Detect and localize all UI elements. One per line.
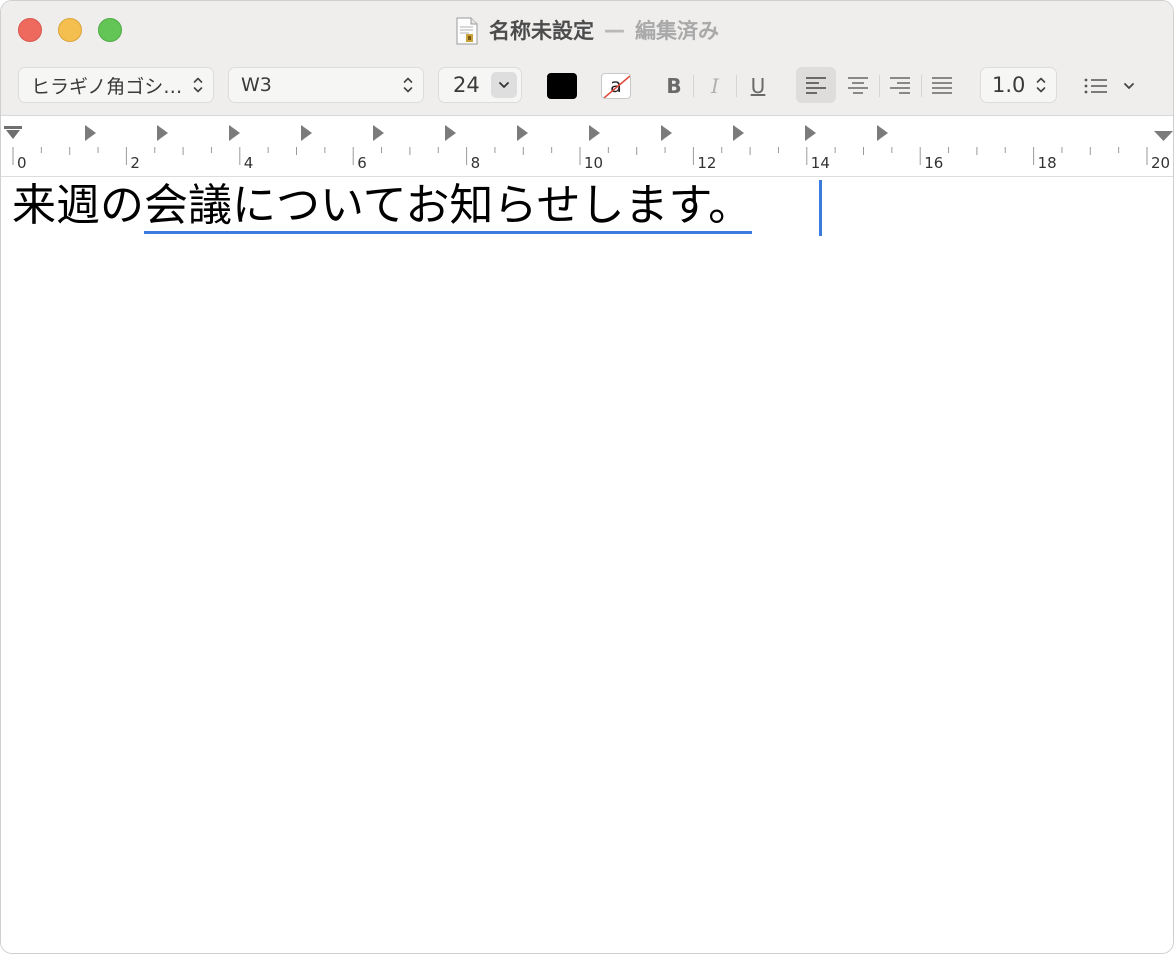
align-left-button[interactable]: [796, 67, 836, 103]
ruler-label: 2: [130, 154, 140, 172]
title-separator: —: [604, 18, 625, 42]
committed-text: 来週の: [12, 180, 144, 231]
no-color-slash-icon: [603, 75, 630, 98]
ime-marked-text: 会議についてお知らせします。: [144, 180, 753, 234]
tab-stop-marker: [517, 125, 528, 141]
align-right-button[interactable]: [880, 67, 920, 103]
ruler-label: 6: [357, 154, 367, 172]
ruler-label: 8: [470, 154, 481, 172]
font-style-popup[interactable]: W3: [228, 67, 424, 103]
text-editor[interactable]: 来週の会議についてお知らせします。: [1, 178, 1173, 953]
align-center-button[interactable]: [838, 67, 878, 103]
line-spacing-value: 1.0: [992, 73, 1026, 97]
ruler-label: 20: [1151, 154, 1171, 172]
chevron-down-icon: [499, 82, 509, 88]
font-size-value: 24: [453, 73, 480, 97]
tab-stop-marker: [661, 125, 672, 141]
bold-button[interactable]: B: [661, 71, 687, 101]
ruler-label: 18: [1037, 154, 1057, 172]
line-spacing-popup[interactable]: 1.0: [980, 67, 1057, 103]
updown-chevron-icon: [1036, 77, 1046, 93]
document-text-line: 来週の会議についてお知らせします。: [12, 178, 753, 234]
tab-stop-marker: [229, 125, 240, 141]
right-margin-marker: [1154, 131, 1173, 141]
ruler-label: 0: [17, 154, 27, 172]
font-family-popup[interactable]: ヒラギノ角ゴシ…: [18, 67, 214, 103]
align-justify-icon: [932, 77, 952, 94]
updown-chevron-icon: [403, 77, 413, 93]
tab-stop-marker: [733, 125, 744, 141]
justify-button[interactable]: [922, 67, 962, 103]
underline-button[interactable]: U: [745, 71, 771, 101]
font-size-combobox[interactable]: 24: [438, 67, 522, 103]
ruler-label: 10: [584, 154, 604, 172]
chevron-down-icon: [1124, 83, 1134, 89]
ruler-label: 14: [810, 154, 830, 172]
textedit-window: 名称未設定 — 編集済み ヒラギノ角ゴシ… W3 24 a B I U 1.0 …: [0, 0, 1174, 954]
tab-stop-marker: [589, 125, 600, 141]
ruler-label: 16: [924, 154, 944, 172]
document-title: 名称未設定: [489, 19, 594, 43]
background-color-well[interactable]: a: [601, 73, 631, 99]
font-size-dropdown-button[interactable]: [491, 72, 517, 98]
tab-stop-marker: [301, 125, 312, 141]
toolbar-divider: [736, 75, 737, 97]
align-center-icon: [848, 77, 868, 94]
font-family-label: ヒラギノ角ゴシ…: [31, 75, 183, 98]
edited-status: 編集済み: [635, 19, 719, 43]
bulleted-list-icon: [1084, 78, 1107, 94]
tab-stop-marker: [373, 125, 384, 141]
left-indent-marker: [4, 126, 22, 139]
ruler[interactable]: 0 2 4 6 8 10 12 14 16 18 20: [1, 117, 1173, 177]
tab-stop-marker: [85, 125, 96, 141]
toolbar-divider: [693, 75, 694, 97]
text-color-well[interactable]: [547, 73, 577, 99]
tab-stop-marker: [157, 125, 168, 141]
tab-stop-marker: [877, 125, 888, 141]
italic-button[interactable]: I: [703, 71, 727, 101]
updown-chevron-icon: [193, 77, 203, 93]
list-style-popup[interactable]: [1083, 71, 1143, 101]
align-left-icon: [806, 77, 826, 94]
title-bar: 名称未設定 — 編集済み ヒラギノ角ゴシ… W3 24 a B I U 1.0: [1, 1, 1173, 116]
window-title: 名称未設定 — 編集済み: [1, 15, 1173, 45]
text-caret: [819, 180, 822, 236]
font-style-label: W3: [241, 74, 272, 96]
document-icon: [455, 17, 479, 45]
tab-stop-marker: [805, 125, 816, 141]
ruler-label: 12: [697, 154, 717, 172]
align-right-icon: [890, 77, 910, 94]
ruler-label: 4: [243, 154, 254, 172]
tab-stop-marker: [445, 125, 456, 141]
